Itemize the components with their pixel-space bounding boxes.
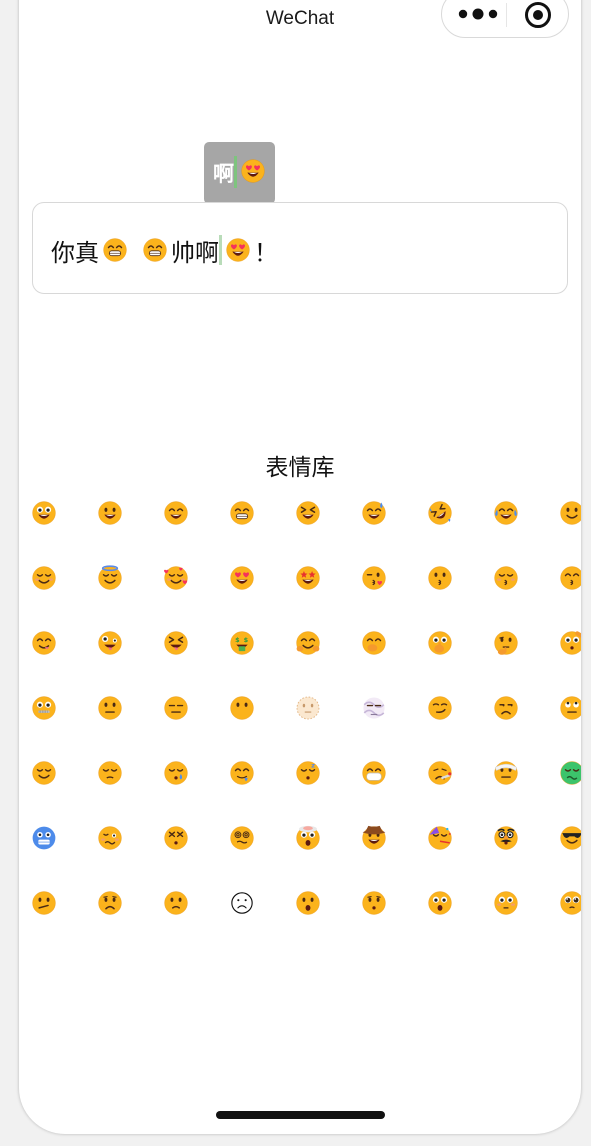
partying-icon[interactable] (427, 825, 453, 851)
eye-roll-icon[interactable] (559, 695, 581, 721)
slight-smile-icon[interactable] (559, 500, 581, 526)
star-struck-icon[interactable] (295, 565, 321, 591)
target-close-icon[interactable] (524, 1, 552, 29)
money-mouth-icon[interactable]: $ $ (229, 630, 255, 656)
relieved-icon[interactable] (31, 760, 57, 786)
kissing-icon[interactable] (427, 565, 453, 591)
zipper-mouth-icon[interactable] (31, 695, 57, 721)
smile-icon[interactable] (163, 500, 189, 526)
sunglasses-icon[interactable] (559, 825, 581, 851)
dotted-line-icon[interactable] (295, 695, 321, 721)
cowboy-icon[interactable] (361, 825, 387, 851)
grinning-big-eyes-icon[interactable] (31, 500, 57, 526)
grin-icon (142, 237, 168, 263)
head-bandage-icon[interactable] (493, 760, 519, 786)
flushed-icon[interactable] (493, 890, 519, 916)
mask-icon[interactable] (361, 760, 387, 786)
cold-icon[interactable] (31, 825, 57, 851)
thermometer-icon[interactable] (427, 760, 453, 786)
tooltip-char: 啊 (213, 162, 234, 186)
hand-over-mouth-icon[interactable] (361, 630, 387, 656)
thinking-icon[interactable] (493, 630, 519, 656)
woozy-icon[interactable] (97, 825, 123, 851)
smiling-hearts-icon[interactable] (163, 565, 189, 591)
unamused-icon[interactable] (493, 695, 519, 721)
squinting-tongue-icon[interactable] (163, 630, 189, 656)
input-content[interactable]: 你真 帅啊 ！ (51, 233, 278, 267)
laughing-squint-icon[interactable] (295, 500, 321, 526)
sleepy-icon[interactable] (163, 760, 189, 786)
svg-text:$: $ (235, 636, 240, 644)
astonished-icon[interactable] (427, 890, 453, 916)
drooling-icon[interactable] (229, 760, 255, 786)
capsule-divider (506, 3, 507, 27)
smirk-icon[interactable] (427, 695, 453, 721)
svg-text:z: z (311, 761, 315, 769)
svg-text:$: $ (244, 636, 249, 644)
input-text-segment: 帅啊 (171, 238, 219, 267)
shushing-icon[interactable] (427, 630, 453, 656)
dizzy-icon[interactable] (163, 825, 189, 851)
smiley-icon[interactable] (97, 500, 123, 526)
heart-eyes-icon (225, 237, 251, 263)
open-mouth-icon[interactable] (295, 890, 321, 916)
expressionless-icon[interactable] (163, 695, 189, 721)
confused-icon[interactable] (31, 890, 57, 916)
zany-icon[interactable] (97, 630, 123, 656)
emoji-library-title: 表情库 (265, 455, 335, 481)
hugging-icon[interactable] (295, 630, 321, 656)
innocent-icon[interactable] (97, 565, 123, 591)
slight-frown-icon[interactable] (163, 890, 189, 916)
face-in-clouds-icon[interactable] (361, 695, 387, 721)
saluting-icon[interactable] (559, 630, 581, 656)
joy-icon[interactable] (493, 500, 519, 526)
message-input[interactable]: 你真 帅啊 ！ (32, 202, 568, 294)
blush-icon[interactable] (31, 565, 57, 591)
heart-eyes-icon (240, 158, 266, 184)
emoji-grid: $ $ z (19, 500, 581, 940)
phone-screen: WeChat 啊 你真 帅啊！ 表情库 $ $ z (19, 0, 581, 1134)
char-tooltip: 啊 (204, 142, 275, 204)
sleeping-icon[interactable]: z (295, 760, 321, 786)
home-indicator[interactable] (216, 1111, 385, 1119)
kissing-heart-icon[interactable] (361, 565, 387, 591)
pleading-icon[interactable] (559, 890, 581, 916)
text-caret (219, 235, 222, 265)
input-text-segment: 你真 (51, 238, 99, 267)
nauseated-icon[interactable] (559, 760, 581, 786)
exploding-head-icon[interactable] (295, 825, 321, 851)
heart-eyes-icon[interactable] (229, 565, 255, 591)
disguised-icon[interactable] (493, 825, 519, 851)
grin-icon[interactable] (229, 500, 255, 526)
tooltip-caret (234, 156, 237, 188)
spiral-eyes-icon[interactable] (229, 825, 255, 851)
input-text-segment: ！ (254, 238, 278, 267)
kissing-smiling-icon[interactable] (559, 565, 581, 591)
hushed-icon[interactable] (361, 890, 387, 916)
grin-icon (102, 237, 128, 263)
yum-icon[interactable] (31, 630, 57, 656)
rofl-icon[interactable] (427, 500, 453, 526)
neutral-icon[interactable] (97, 695, 123, 721)
sweat-smile-icon[interactable] (361, 500, 387, 526)
kissing-closed-eyes-icon[interactable] (493, 565, 519, 591)
no-mouth-icon[interactable] (229, 695, 255, 721)
capsule-menu (441, 0, 569, 38)
more-dots-icon[interactable] (458, 7, 498, 21)
pensive-icon[interactable] (97, 760, 123, 786)
frowning-outline-icon[interactable] (229, 890, 255, 916)
worried-icon[interactable] (97, 890, 123, 916)
